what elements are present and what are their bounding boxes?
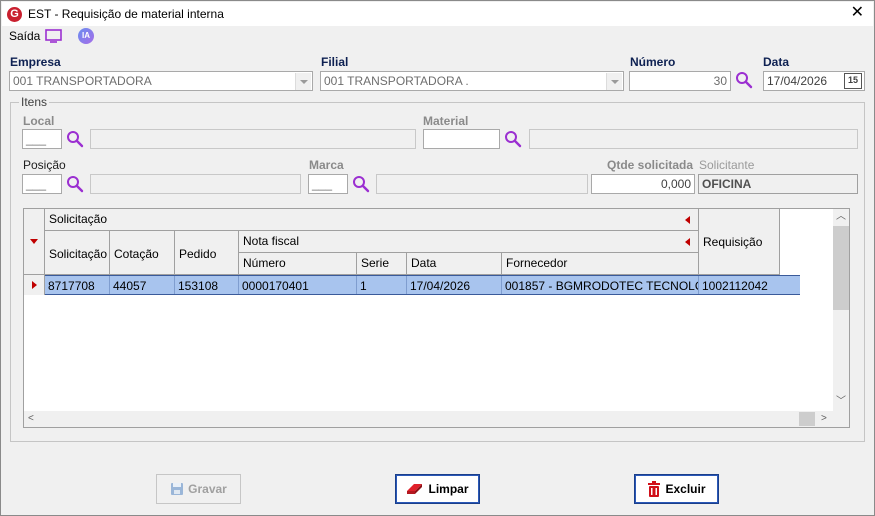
table-row[interactable]: 8717708 44057 153108 0000170401 1 17/04/… (45, 275, 800, 295)
eraser-icon (407, 484, 423, 494)
filial-value: 001 TRANSPORTADORA . (324, 74, 469, 88)
qtde-solicitada-label: Qtde solicitada (607, 158, 694, 172)
col-requisicao-header[interactable]: Requisição (699, 209, 780, 275)
col-fornecedor-header[interactable]: Fornecedor (502, 253, 699, 275)
numero-search-icon[interactable] (735, 71, 753, 89)
data-value: 17/04/2026 (767, 74, 828, 88)
local-search-icon[interactable] (66, 130, 84, 148)
scroll-corner (833, 411, 849, 427)
data-label: Data (763, 55, 790, 69)
band-nota-fiscal-header[interactable]: Nota fiscal (239, 231, 699, 253)
empresa-value: 001 TRANSPORTADORA (13, 74, 152, 88)
posicao-label: Posição (23, 158, 66, 172)
marca-description-field (376, 174, 588, 194)
collapse-band-icon[interactable] (685, 216, 690, 224)
monitor-icon[interactable] (45, 29, 62, 43)
cell-cotacao[interactable]: 44057 (110, 276, 175, 294)
scroll-down-icon[interactable]: ﹀ (836, 397, 846, 407)
filial-select[interactable]: 001 TRANSPORTADORA . (320, 71, 624, 91)
itens-group-label: Itens (19, 95, 50, 109)
save-disk-icon (171, 483, 184, 495)
col-numero-header[interactable]: Número (239, 253, 357, 275)
qtde-solicitada-field[interactable]: 0,000 (591, 174, 695, 194)
requisicao-window: G EST - Requisição de material interna ✕… (0, 0, 875, 516)
gravar-label: Gravar (188, 482, 227, 496)
data-field[interactable]: 17/04/2026 15 (763, 71, 865, 91)
chevron-down-icon[interactable] (295, 73, 311, 90)
cell-solicitacao[interactable]: 8717708 (45, 276, 110, 294)
material-code-field[interactable] (423, 129, 500, 149)
col-serie-header[interactable]: Serie (357, 253, 407, 275)
posicao-description-field (90, 174, 301, 194)
vertical-scrollbar[interactable]: ︿ ﹀ (833, 209, 849, 412)
solicitante-label: Solicitante (699, 158, 755, 172)
material-description-field (529, 129, 858, 149)
cell-requisicao[interactable]: 1002112042 (699, 276, 800, 294)
marca-code-field[interactable]: ___ (308, 174, 348, 194)
col-pedido-header[interactable]: Pedido (175, 231, 239, 275)
col-solicitacao-header[interactable]: Solicitação (45, 231, 110, 275)
cell-numero[interactable]: 0000170401 (239, 276, 357, 294)
collapse-band-icon[interactable] (685, 238, 690, 246)
material-search-icon[interactable] (504, 130, 522, 148)
col-cotacao-header[interactable]: Cotação (110, 231, 175, 275)
empresa-label: Empresa (10, 55, 61, 69)
calendar-icon[interactable]: 15 (844, 73, 862, 89)
cell-data[interactable]: 17/04/2026 (407, 276, 502, 294)
limpar-label: Limpar (428, 482, 469, 496)
posicao-code-field[interactable]: ___ (22, 174, 62, 194)
local-label: Local (23, 114, 55, 128)
numero-label: Número (630, 55, 676, 69)
chevron-down-icon[interactable] (606, 73, 622, 90)
numero-field[interactable]: 30 (629, 71, 731, 91)
excluir-button[interactable]: Excluir (634, 474, 719, 504)
title-bar: G EST - Requisição de material interna ✕ (2, 2, 873, 26)
band-solicitacao-header[interactable]: Solicitação (45, 209, 699, 231)
ia-assistant-icon[interactable]: IA (78, 28, 94, 44)
filial-label: Filial (321, 55, 349, 69)
app-logo-icon: G (7, 7, 22, 22)
solicitante-field: OFICINA (698, 174, 858, 194)
window-title: EST - Requisição de material interna (28, 7, 224, 21)
grid-corner (24, 209, 45, 275)
gravar-button[interactable]: Gravar (156, 474, 241, 504)
band-nota-fiscal-label: Nota fiscal (243, 234, 300, 248)
close-button[interactable]: ✕ (851, 5, 864, 21)
local-description-field (90, 129, 416, 149)
itens-grid[interactable]: Solicitação Requisição Solicitação Cotaç… (23, 208, 850, 428)
marca-search-icon[interactable] (352, 175, 370, 193)
scroll-left-icon[interactable]: < (28, 414, 34, 424)
scroll-right-icon[interactable]: > (821, 414, 827, 424)
cell-fornecedor[interactable]: 001857 - BGMRODOTEC TECNOLOG... (502, 276, 699, 294)
marca-label: Marca (309, 158, 344, 172)
scroll-up-icon[interactable]: ︿ (836, 212, 846, 222)
trash-icon (648, 481, 661, 497)
band-solicitacao-label: Solicitação (49, 212, 108, 226)
row-indicator[interactable] (24, 275, 45, 295)
current-row-icon (32, 281, 37, 289)
saida-label[interactable]: Saída (9, 29, 40, 43)
posicao-search-icon[interactable] (66, 175, 84, 193)
cell-serie[interactable]: 1 (357, 276, 407, 294)
limpar-button[interactable]: Limpar (395, 474, 480, 504)
cell-pedido[interactable]: 153108 (175, 276, 239, 294)
local-code-field[interactable]: ___ (22, 129, 62, 149)
vertical-scroll-thumb[interactable] (833, 226, 849, 310)
horizontal-scroll-thumb[interactable] (799, 412, 815, 426)
horizontal-scrollbar[interactable]: < > (24, 411, 835, 427)
empresa-select[interactable]: 001 TRANSPORTADORA (9, 71, 313, 91)
sort-down-icon (30, 239, 38, 244)
excluir-label: Excluir (665, 482, 706, 496)
material-label: Material (423, 114, 469, 128)
col-data-header[interactable]: Data (407, 253, 502, 275)
